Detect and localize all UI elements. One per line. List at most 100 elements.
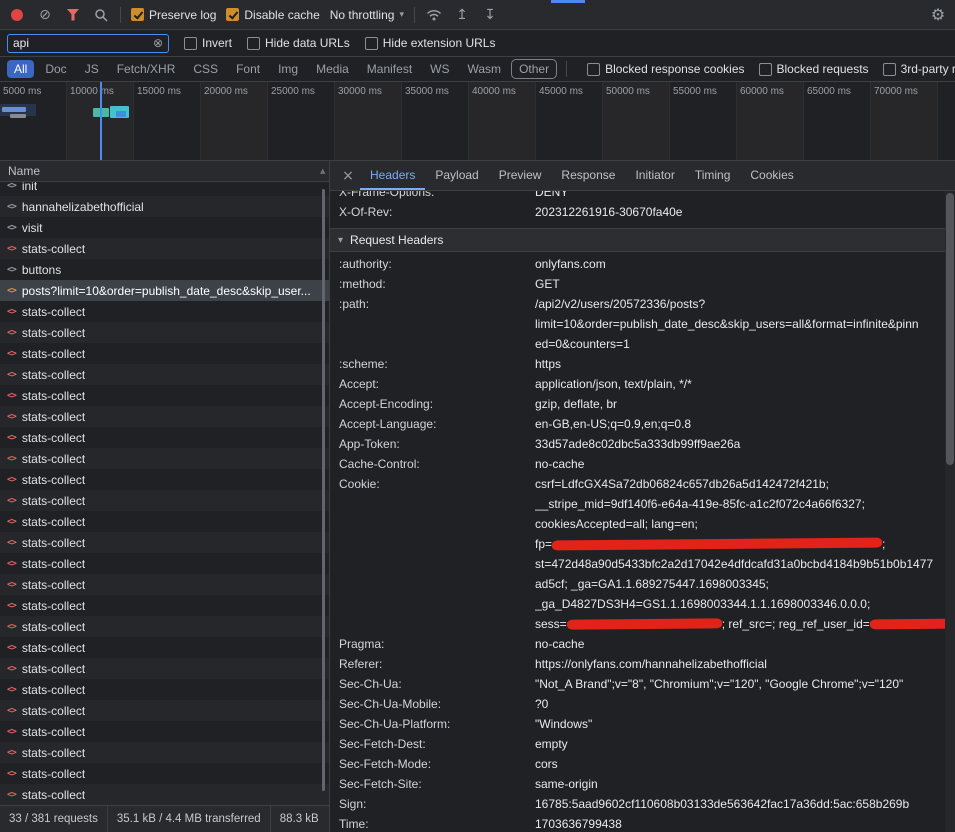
scrollbar-thumb[interactable] [946,193,954,465]
search-icon [94,8,108,22]
request-row[interactable]: <>buttons [0,259,329,280]
request-row[interactable]: <>stats-collect [0,448,329,469]
header-name: :path: [339,294,535,354]
tab-preview[interactable]: Preview [489,161,552,190]
3rd-party-requests-checkbox[interactable]: 3rd-party requests [883,62,955,76]
tab-payload[interactable]: Payload [425,161,488,190]
scrollbar-thumb[interactable] [322,189,325,791]
type-filter-manifest[interactable]: Manifest [360,60,419,78]
type-filter-img[interactable]: Img [271,60,305,78]
tab-cookies[interactable]: Cookies [740,161,803,190]
type-filter-all[interactable]: All [7,60,34,78]
request-row[interactable]: <>stats-collect [0,700,329,721]
filter-toggle-button[interactable] [64,6,82,24]
request-row[interactable]: <>stats-collect [0,763,329,784]
blocked-response-cookies-checkbox[interactable]: Blocked response cookies [587,62,744,76]
record-button[interactable] [8,6,26,24]
type-filter-wasm[interactable]: Wasm [461,60,509,78]
request-row[interactable]: <>visit [0,217,329,238]
hide-data-urls-checkbox[interactable]: Hide data URLs [247,36,350,50]
request-row[interactable]: <>stats-collect [0,238,329,259]
type-filter-css[interactable]: CSS [186,60,225,78]
hide-extension-urls-checkbox[interactable]: Hide extension URLs [365,36,496,50]
request-row[interactable]: <>stats-collect [0,553,329,574]
script-icon: <> [7,202,16,212]
request-name: stats-collect [22,368,85,382]
redaction-scribble [870,619,955,630]
request-row[interactable]: <>stats-collect [0,343,329,364]
search-button[interactable] [92,6,110,24]
request-row[interactable]: <>posts?limit=10&order=publish_date_desc… [0,280,329,301]
request-row[interactable]: <>stats-collect [0,637,329,658]
checkbox-box [247,37,260,50]
requests-scrollbar[interactable]: ▲ [318,161,329,805]
tab-response[interactable]: Response [551,161,625,190]
header-row: :path:/api2/v2/users/20572336/posts?limi… [330,294,955,354]
type-filter-doc[interactable]: Doc [38,60,73,78]
request-row[interactable]: <>stats-collect [0,385,329,406]
checkbox-box [226,8,239,21]
preserve-log-checkbox[interactable]: Preserve log [131,8,216,22]
scroll-up-icon[interactable]: ▲ [320,167,325,175]
request-row[interactable]: <>hannahelizabethofficial [0,196,329,217]
timeline-overview[interactable]: 5000 ms10000 ms15000 ms20000 ms25000 ms3… [0,82,955,161]
network-conditions-button[interactable] [425,6,443,24]
request-row[interactable]: <>stats-collect [0,616,329,637]
header-value: 202312261916-30670fa40e [535,202,955,222]
type-filter-other[interactable]: Other [512,60,556,78]
request-row[interactable]: <>stats-collect [0,469,329,490]
tab-headers[interactable]: Headers [360,161,425,190]
request-name: stats-collect [22,683,85,697]
request-row[interactable]: <>stats-collect [0,679,329,700]
request-row[interactable]: <>stats-collect [0,721,329,742]
request-row[interactable]: <>stats-collect [0,658,329,679]
type-filter-js[interactable]: JS [78,60,106,78]
request-name: stats-collect [22,305,85,319]
clear-log-button[interactable]: ⊘ [36,6,54,24]
disable-cache-checkbox[interactable]: Disable cache [226,8,319,22]
request-row[interactable]: <>stats-collect [0,511,329,532]
request-row[interactable]: <>stats-collect [0,595,329,616]
type-filter-media[interactable]: Media [309,60,356,78]
import-har-button[interactable]: ↥ [453,6,471,24]
name-column-header[interactable]: Name [0,161,329,182]
type-filter-ws[interactable]: WS [423,60,456,78]
filter-input[interactable] [13,36,149,50]
request-row[interactable]: <>stats-collect [0,490,329,511]
request-row[interactable]: <>stats-collect [0,784,329,805]
request-headers-section[interactable]: ▾ Request Headers [330,228,955,252]
request-name: stats-collect [22,515,85,529]
request-name: stats-collect [22,557,85,571]
request-row[interactable]: <>stats-collect [0,742,329,763]
request-row[interactable]: <>stats-collect [0,574,329,595]
type-filter-bar: AllDoc JSFetch/XHRCSSFontImgMediaManifest… [0,57,955,82]
script-icon: <> [7,601,16,611]
export-har-button[interactable]: ↧ [481,6,499,24]
close-icon[interactable]: × [336,168,360,184]
request-row[interactable]: <>init [0,182,329,196]
checkbox-box [759,63,772,76]
request-row[interactable]: <> stats-collect [0,364,329,385]
settings-gear-button[interactable]: ⚙ [929,6,947,24]
type-filter-fetch-xhr[interactable]: Fetch/XHR [110,60,183,78]
request-row[interactable]: <>stats-collect [0,532,329,553]
clear-filter-icon[interactable]: ⊗ [153,36,163,50]
header-row: Sec-Ch-Ua-Mobile:?0 [330,694,955,714]
timeline-cursor[interactable] [100,82,102,160]
toolbar-divider [414,7,415,23]
request-row[interactable]: <>stats-collect [0,427,329,448]
blocked-requests-checkbox[interactable]: Blocked requests [759,62,869,76]
tab-timing[interactable]: Timing [685,161,741,190]
tab-initiator[interactable]: Initiator [625,161,684,190]
script-icon: <> [7,370,16,380]
script-icon: <> [7,664,16,674]
request-row[interactable]: <>stats-collect [0,406,329,427]
type-filter-font[interactable]: Font [229,60,267,78]
header-name: Pragma: [339,634,535,654]
requests-count: 33 / 381 requests [0,813,107,825]
request-row[interactable]: <>stats-collect [0,301,329,322]
request-row[interactable]: <>stats-collect [0,322,329,343]
invert-checkbox[interactable]: Invert [184,36,232,50]
details-scrollbar[interactable] [945,191,955,832]
throttling-select[interactable]: No throttling ▾ [330,8,404,22]
